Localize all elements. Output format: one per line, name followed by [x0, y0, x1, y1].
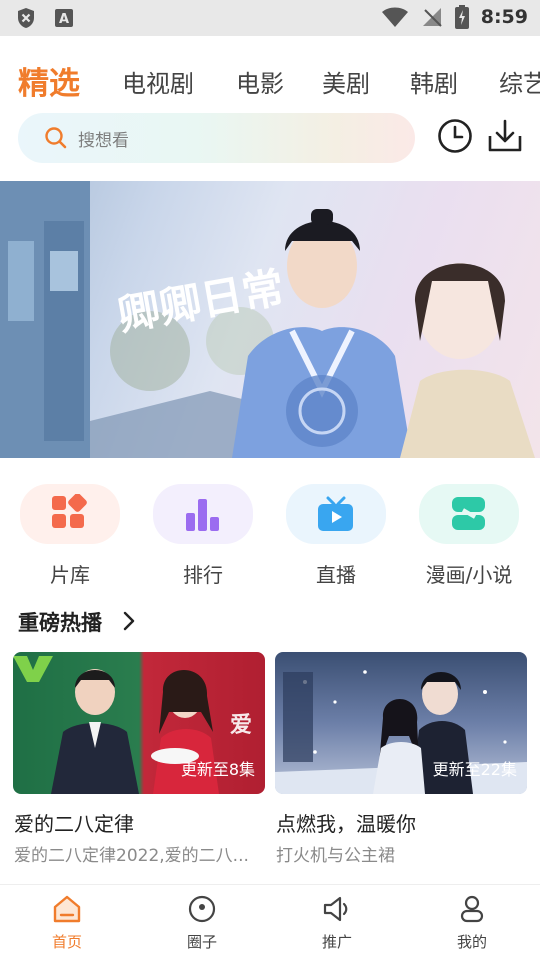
- live-button[interactable]: [286, 484, 386, 544]
- search-placeholder: 搜想看: [78, 131, 129, 151]
- banner-artwork: 卿卿日常: [0, 181, 535, 458]
- show-card-poster[interactable]: 更新至22集: [275, 652, 527, 794]
- profile-icon: [460, 895, 484, 923]
- library-icon: [52, 494, 87, 528]
- megaphone-icon: [323, 896, 348, 922]
- tab-featured[interactable]: 精选: [18, 58, 80, 103]
- ranking-label: 排行: [183, 563, 223, 587]
- wifi-icon: [381, 7, 408, 27]
- nav-promote[interactable]: 推广: [297, 895, 377, 952]
- nav-circle[interactable]: 圈子: [162, 895, 242, 952]
- show-title[interactable]: 爱的二八定律: [14, 808, 134, 837]
- tab-variety[interactable]: 综艺: [499, 64, 540, 99]
- status-bar: A 8:59: [0, 0, 540, 36]
- tab-tv-series[interactable]: 电视剧: [122, 64, 194, 99]
- home-icon: [53, 895, 81, 923]
- battery-icon: [454, 5, 469, 29]
- no-signal-icon: [422, 8, 442, 27]
- bottom-nav: 首页 圈子 推广 我的: [0, 884, 540, 960]
- show-card-poster[interactable]: 爱 更新至8集: [13, 652, 265, 794]
- circle-icon: [188, 895, 216, 923]
- nav-home-label: 首页: [51, 933, 82, 951]
- ranking-icon: [186, 499, 219, 531]
- comic-novel-label: 漫画/小说: [425, 563, 513, 587]
- app-notification-icon: A: [55, 9, 73, 27]
- nav-circle-label: 圈子: [186, 933, 217, 951]
- episode-badge: 更新至8集: [180, 760, 255, 779]
- show-subtitle: 打火机与公主裙: [276, 846, 395, 866]
- svg-text:A: A: [59, 12, 69, 27]
- library-label: 片库: [50, 563, 90, 587]
- category-tabs: 精选 电视剧 电影 美剧 韩剧 综艺: [0, 56, 540, 108]
- episode-badge: 更新至22集: [432, 760, 517, 779]
- library-button[interactable]: [20, 484, 120, 544]
- comic-novel-icon: [452, 497, 485, 530]
- comic-novel-button[interactable]: [419, 484, 519, 544]
- chevron-right-icon[interactable]: [122, 611, 136, 631]
- shield-notification-icon: [18, 8, 34, 28]
- history-icon[interactable]: [437, 118, 473, 154]
- nav-promote-label: 推广: [321, 933, 352, 951]
- search-bar[interactable]: 搜想看: [18, 113, 415, 163]
- nav-profile-label: 我的: [456, 933, 487, 951]
- nav-profile[interactable]: 我的: [432, 895, 512, 952]
- tab-us-series[interactable]: 美剧: [322, 64, 370, 99]
- clock: 8:59: [480, 6, 528, 28]
- svg-text:爱: 爱: [230, 712, 252, 738]
- live-label: 直播: [316, 563, 356, 587]
- tab-movies[interactable]: 电影: [236, 64, 284, 99]
- hero-banner[interactable]: 卿卿日常: [0, 181, 540, 458]
- nav-home[interactable]: 首页: [27, 895, 107, 952]
- ranking-button[interactable]: [153, 484, 253, 544]
- show-subtitle: 爱的二八定律2022,爱的二八...: [14, 846, 249, 866]
- search-icon: [45, 127, 67, 149]
- download-icon[interactable]: [486, 118, 524, 154]
- live-tv-icon: [318, 496, 353, 531]
- section-title[interactable]: 重磅热播: [18, 607, 102, 637]
- show-title[interactable]: 点燃我，温暖你: [276, 808, 416, 837]
- tab-korean-series[interactable]: 韩剧: [410, 64, 458, 99]
